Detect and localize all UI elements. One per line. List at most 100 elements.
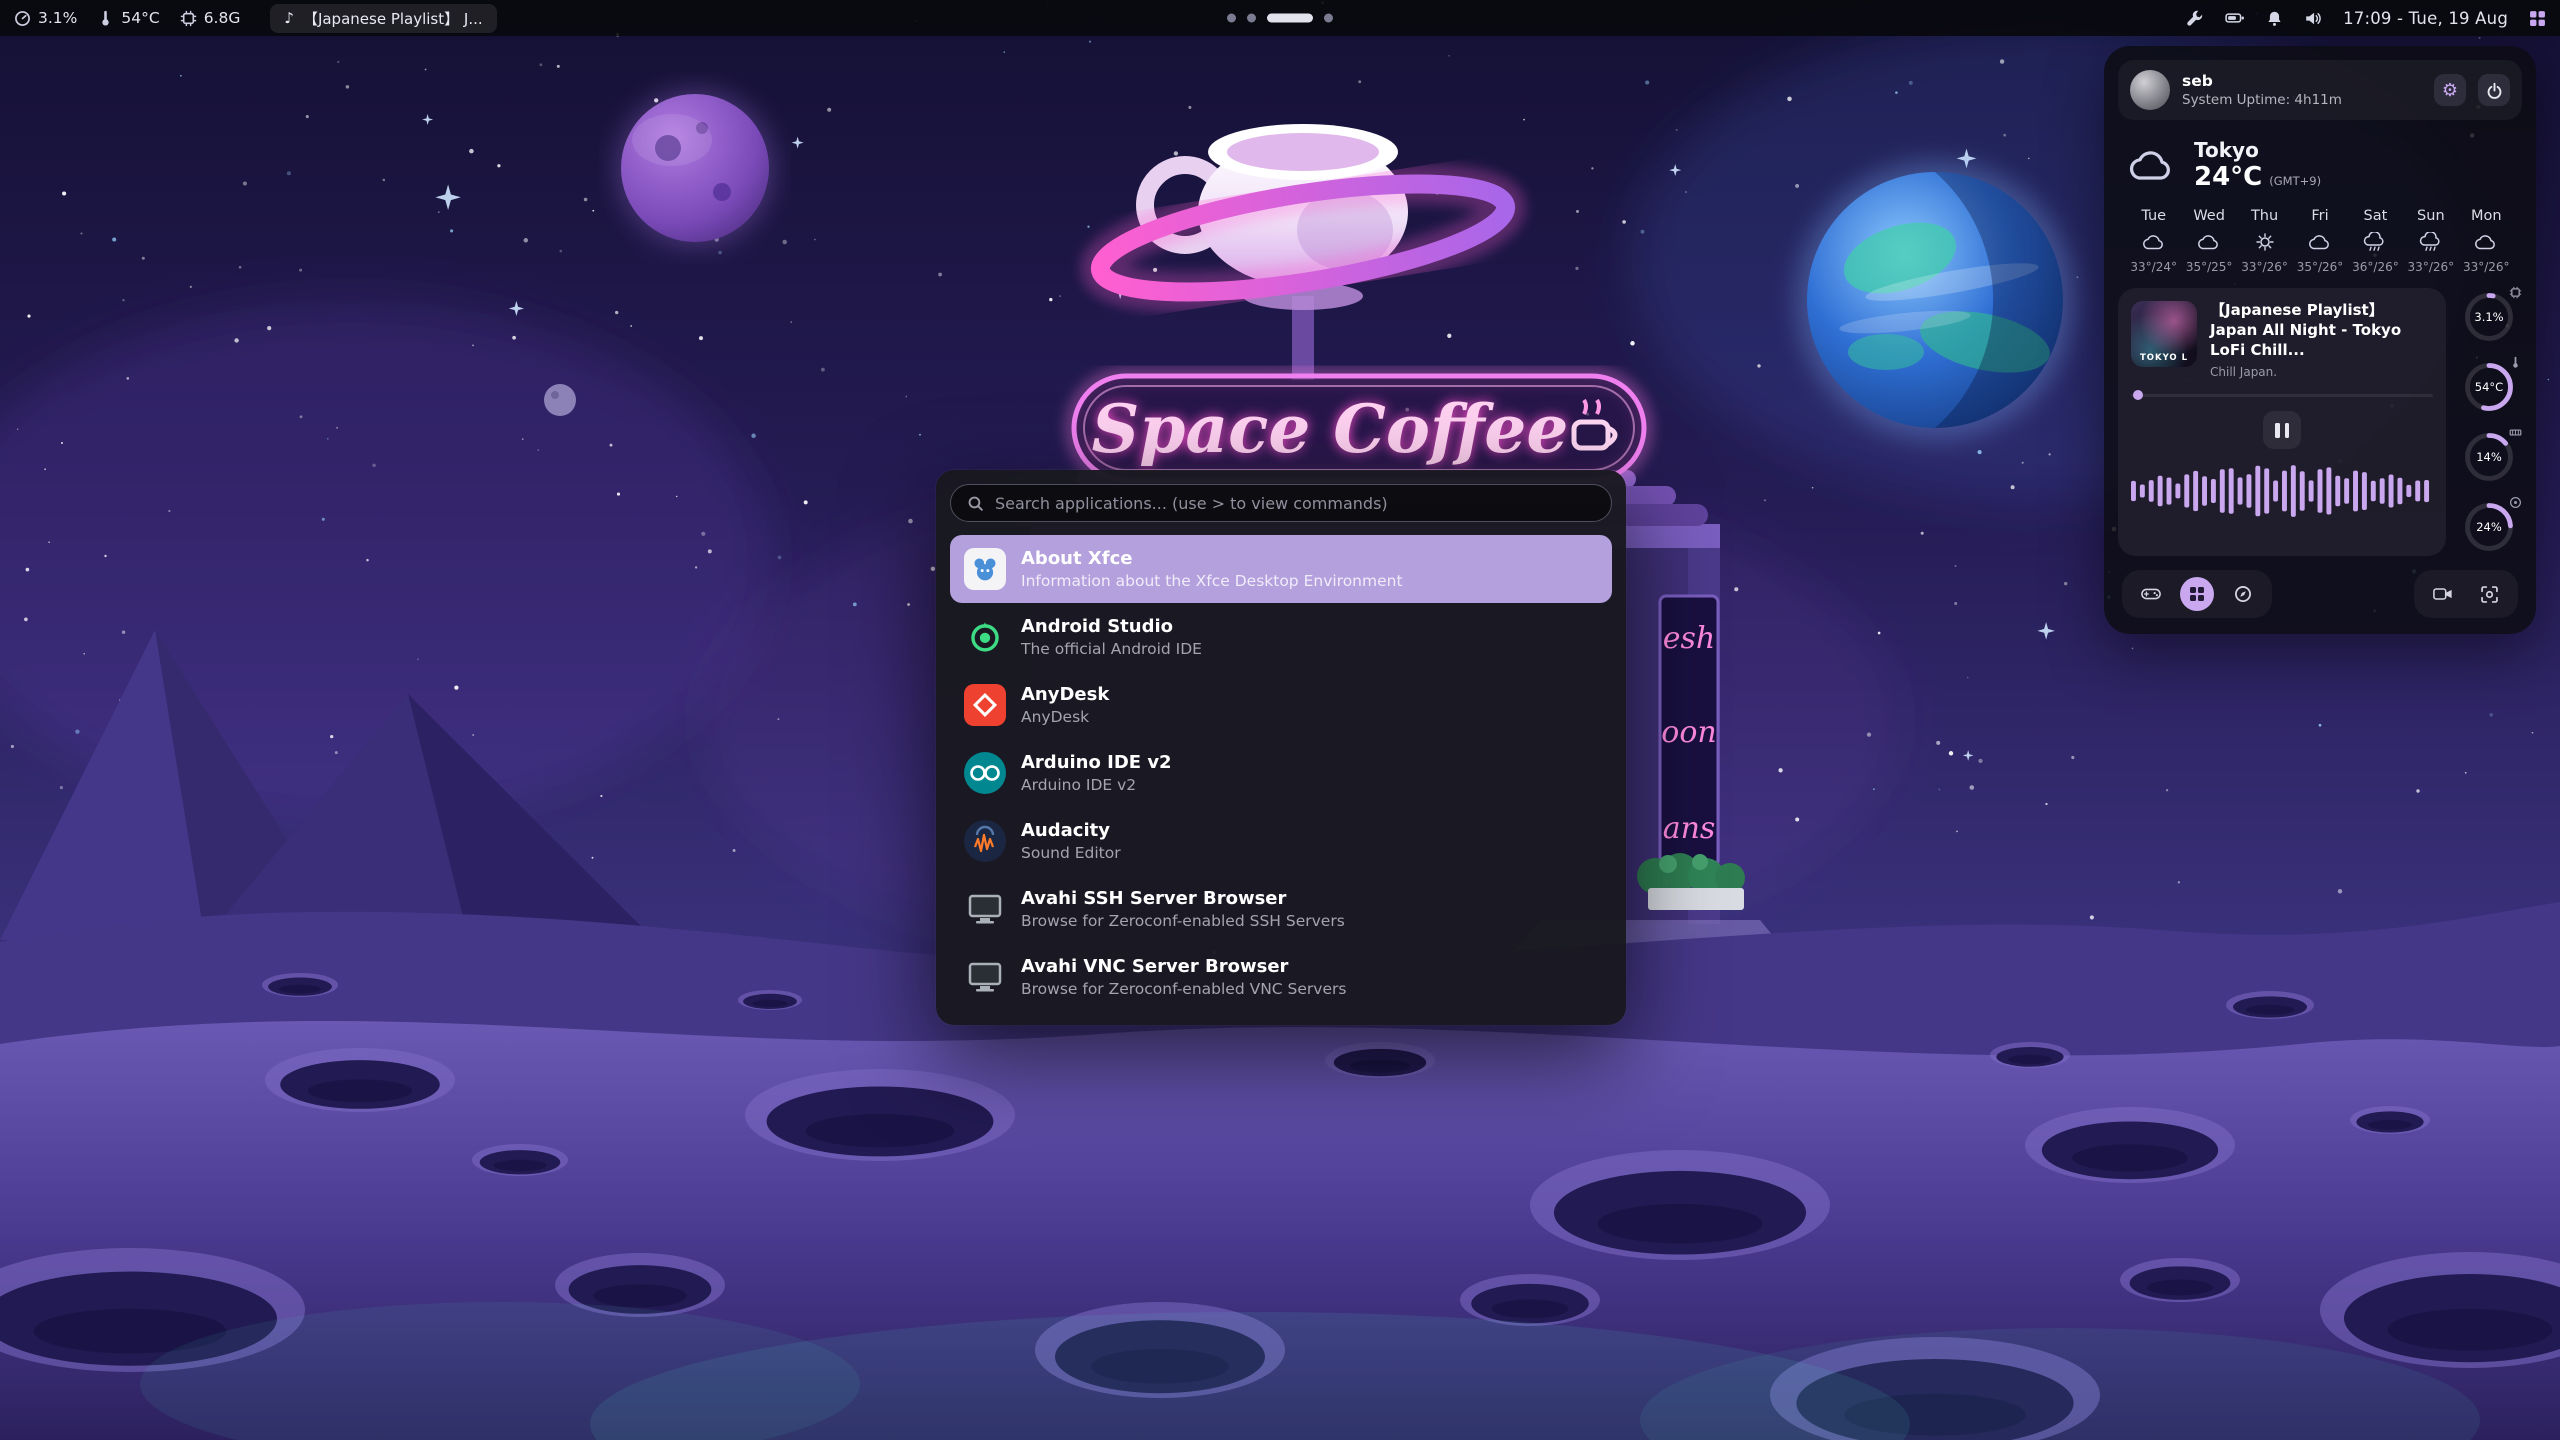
search-icon: [967, 495, 984, 512]
music-note-icon: ♪: [284, 9, 294, 27]
progress-track: [2131, 394, 2433, 397]
app-name: Avahi SSH Server Browser: [1021, 888, 1345, 909]
cloud-icon: [2473, 232, 2499, 252]
top-panel: 3.1% 54°C 6.8G ♪ 【Japanese Playlist】 J..…: [0, 0, 2560, 36]
record-button[interactable]: [2426, 577, 2460, 611]
progress-knob[interactable]: [2133, 390, 2143, 400]
now-playing-pill[interactable]: ♪ 【Japanese Playlist】 J...: [270, 4, 496, 33]
app-row-arduino[interactable]: Arduino IDE v2 Arduino IDE v2: [950, 739, 1612, 807]
left-button-group: [2122, 570, 2272, 618]
cloud-icon: [2196, 232, 2222, 252]
search-box[interactable]: [950, 484, 1612, 522]
forecast-day: Wed 35°/25°: [2181, 208, 2236, 274]
cpu-gauge-icon: [2509, 286, 2522, 299]
neon-window-line-1: esh: [1663, 621, 1715, 656]
forecast-day: Thu 33°/26°: [2237, 208, 2292, 274]
gauge-column: 3.1% 54°C 14% 24%: [2456, 288, 2522, 556]
weather-cloud-icon: [2126, 145, 2178, 185]
avahi-vnc-icon: [964, 956, 1006, 998]
thermometer-icon: [97, 10, 114, 27]
progress-slider[interactable]: [2131, 390, 2433, 400]
app-desc: The official Android IDE: [1021, 640, 1202, 658]
search-input[interactable]: [995, 494, 1595, 513]
ram-icon: [2509, 426, 2522, 439]
temp-stat: 54°C: [97, 9, 159, 27]
apps-grid-icon: [2189, 586, 2205, 602]
app-desc: Arduino IDE v2: [1021, 776, 1172, 794]
controller-button[interactable]: [2134, 577, 2168, 611]
screenshot-button[interactable]: [2472, 577, 2506, 611]
forecast-day: Tue 33°/24°: [2126, 208, 2181, 274]
workspace-dot[interactable]: [1324, 14, 1333, 23]
power-button[interactable]: [2478, 74, 2510, 106]
small-moon: [544, 384, 576, 416]
disk-icon: [2509, 496, 2522, 509]
compass-icon: [2234, 585, 2252, 603]
gear-icon: ⚙: [2442, 80, 2458, 101]
volume-button[interactable]: [2304, 10, 2322, 27]
battery-indicator[interactable]: [2225, 10, 2245, 26]
app-grid-button[interactable]: [2529, 10, 2546, 27]
uptime-label: System Uptime: 4h11m: [2182, 92, 2422, 108]
track-title: 【Japanese Playlist】 Japan All Night - To…: [2210, 301, 2433, 360]
workspace-dot[interactable]: [1247, 14, 1256, 23]
app-desc: Browse for Zeroconf-enabled VNC Servers: [1021, 980, 1346, 998]
app-launcher: About Xfce Information about the Xfce De…: [936, 470, 1626, 1025]
compass-button[interactable]: [2226, 577, 2260, 611]
avahi-ssh-icon: [964, 888, 1006, 930]
app-list: About Xfce Information about the Xfce De…: [950, 535, 1612, 1011]
notifications-bell-button[interactable]: [2266, 10, 2283, 27]
cpu-value: 3.1%: [38, 9, 77, 27]
gamepad-icon: [2141, 587, 2161, 601]
weather-timezone: (GMT+9): [2269, 174, 2321, 188]
app-desc: Browse for Zeroconf-enabled SSH Servers: [1021, 912, 1345, 930]
apps-button[interactable]: [2180, 577, 2214, 611]
app-desc: Information about the Xfce Desktop Envir…: [1021, 572, 1403, 590]
power-icon: [2486, 82, 2503, 99]
arduino-icon: [964, 752, 1006, 794]
app-row-audacity[interactable]: Audacity Sound Editor: [950, 807, 1612, 875]
video-camera-icon: [2433, 587, 2453, 601]
cpu-stat: 3.1%: [14, 9, 77, 27]
workspace-dot[interactable]: [1227, 14, 1236, 23]
clock[interactable]: 17:09 - Tue, 19 Aug: [2343, 9, 2508, 28]
xfce-icon: [964, 548, 1006, 590]
gauge-memory: 14%: [2460, 428, 2518, 486]
app-row-avahi-vnc[interactable]: Avahi VNC Server Browser Browse for Zero…: [950, 943, 1612, 1011]
temp-value: 54°C: [121, 9, 159, 27]
sun-icon: [2252, 232, 2278, 252]
username: seb: [2182, 72, 2422, 90]
album-art-caption: TOKYO L: [2131, 353, 2197, 363]
track-subtitle: Chill Japan.: [2210, 365, 2433, 379]
rain-icon: [2418, 232, 2444, 252]
audio-waveform: [2131, 460, 2433, 522]
now-playing-label: 【Japanese Playlist】 J...: [303, 8, 483, 29]
gauge-cpu: 3.1%: [2460, 288, 2518, 346]
topbar-right: 17:09 - Tue, 19 Aug: [2186, 9, 2546, 28]
neon-window-line-2: oon: [1661, 715, 1716, 750]
app-row-anydesk[interactable]: AnyDesk AnyDesk: [950, 671, 1612, 739]
avatar: [2130, 70, 2170, 110]
app-name: Android Studio: [1021, 616, 1202, 637]
app-name: AnyDesk: [1021, 684, 1109, 705]
gauge-temperature: 54°C: [2460, 358, 2518, 416]
right-button-group: [2414, 570, 2518, 618]
workspace-pill-active[interactable]: [1267, 14, 1313, 23]
app-name: About Xfce: [1021, 548, 1403, 569]
thermometer-icon: [2509, 356, 2522, 369]
android-studio-icon: [964, 616, 1006, 658]
media-and-gauges: TOKYO L 【Japanese Playlist】 Japan All Ni…: [2118, 288, 2522, 556]
neon-sign-text: Space Coffee: [1092, 390, 1569, 468]
workspace-indicator: [1227, 14, 1333, 23]
app-row-android-studio[interactable]: Android Studio The official Android IDE: [950, 603, 1612, 671]
earth: [1795, 160, 2075, 440]
tools-button[interactable]: [2186, 9, 2204, 27]
settings-button[interactable]: ⚙: [2434, 74, 2466, 106]
cloud-icon: [2307, 232, 2333, 252]
memory-stat: 6.8G: [180, 9, 241, 27]
pause-button[interactable]: [2263, 411, 2301, 449]
anydesk-icon: [964, 684, 1006, 726]
app-name: Avahi VNC Server Browser: [1021, 956, 1346, 977]
app-row-avahi-ssh[interactable]: Avahi SSH Server Browser Browse for Zero…: [950, 875, 1612, 943]
app-row-about-xfce[interactable]: About Xfce Information about the Xfce De…: [950, 535, 1612, 603]
